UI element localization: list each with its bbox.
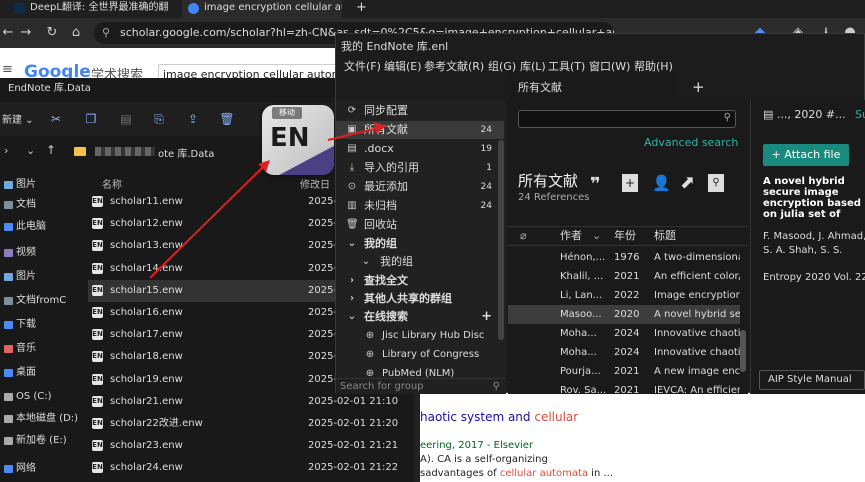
arrow-file-to-icon xyxy=(149,165,265,279)
annotation-arrows xyxy=(149,122,386,279)
arrow-head-icon xyxy=(374,122,386,134)
arrow-icon-to-group xyxy=(327,127,379,141)
